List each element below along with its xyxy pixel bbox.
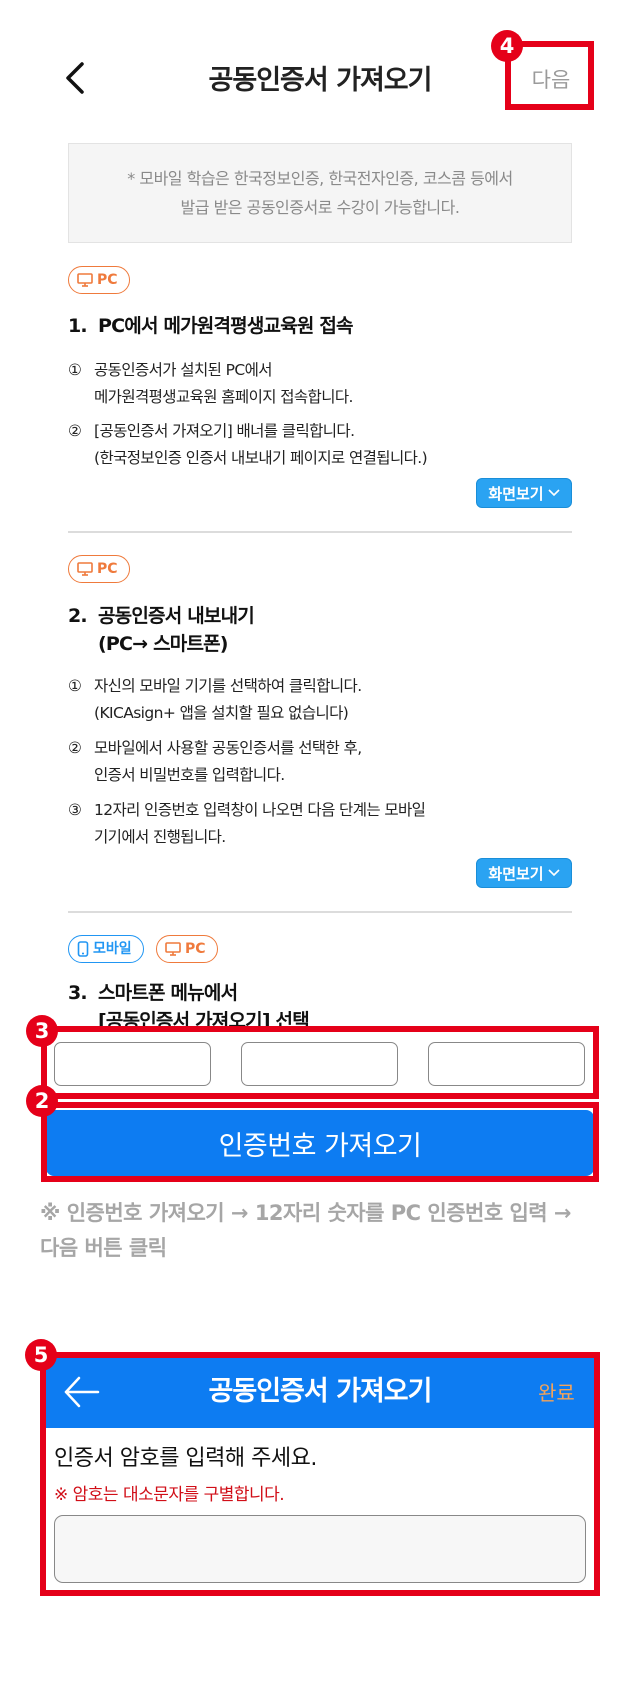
- step-2-item-1: ① 자신의 모바일 기기를 선택하여 클릭합니다. (KICAsign+ 앱을 설…: [68, 673, 578, 727]
- step-1-item-2-mark: ②: [68, 422, 82, 440]
- step-1-item-1-mark: ①: [68, 361, 82, 379]
- pc-tag: PC: [68, 266, 130, 294]
- step-2-title-line-1: 공동인증서 내보내기: [98, 605, 255, 627]
- step-2-item-2-mark: ②: [68, 739, 82, 757]
- step-2-item-3: ③ 12자리 인증번호 입력창이 나오면 다음 단계는 모바일 기기에서 진행됩니…: [68, 797, 578, 851]
- step-1-item-2: ② [공동인증서 가져오기] 배너를 클릭합니다. (한국정보인증 인증서 내보내…: [68, 418, 578, 472]
- highlight-box-2: [41, 1102, 599, 1182]
- step-3-title-line-1: 스마트폰 메뉴에서: [98, 982, 238, 1004]
- next-button[interactable]: 다음: [513, 62, 589, 98]
- pc-tag: PC: [68, 555, 130, 583]
- instruction-hint: ※ 인증번호 가져오기 → 12자리 숫자를 PC 인증번호 입력 → 다음 버…: [40, 1196, 610, 1266]
- annotation-badge-3: 3: [26, 1015, 58, 1047]
- mobile-tag-label: 모바일: [93, 940, 132, 957]
- monitor-icon: [77, 562, 93, 576]
- chevron-down-icon: [548, 869, 560, 877]
- notice-box: * 모바일 학습은 한국정보인증, 한국전자인증, 코스콤 등에서 발급 받은 …: [68, 143, 572, 243]
- mobile-tag: 모바일: [68, 935, 144, 963]
- chevron-down-icon: [548, 489, 560, 497]
- monitor-icon: [77, 273, 93, 287]
- highlight-box-3: [41, 1026, 599, 1099]
- step-1-title-line-1: PC에서 메가원격평생교육원 접속: [98, 315, 354, 337]
- step-2-item-3-line-1: 12자리 인증번호 입력창이 나오면 다음 단계는 모바일: [94, 801, 426, 819]
- annotation-badge-2: 2: [26, 1085, 58, 1117]
- smartphone-icon: [77, 941, 89, 957]
- step-2-item-3-line-2: 기기에서 진행됩니다.: [94, 828, 226, 846]
- notice-line-1: * 모바일 학습은 한국정보인증, 한국전자인증, 코스콤 등에서: [127, 169, 513, 188]
- step-2-item-2-line-2: 인증서 비밀번호를 입력합니다.: [94, 766, 285, 784]
- step-1-item-2-line-2: (한국정보인증 인증서 내보내기 페이지로 연결됩니다.): [94, 449, 428, 467]
- divider-1: [68, 531, 572, 533]
- view-screen-button-1-label: 화면보기: [488, 484, 544, 503]
- divider-2: [68, 911, 572, 913]
- highlight-box-5: [40, 1352, 600, 1596]
- annotation-badge-4: 4: [491, 30, 523, 62]
- pc-tag-label: PC: [97, 560, 118, 577]
- step-2-title-line-2: (PC→ 스마트폰): [98, 633, 229, 655]
- step-3-title: 3. 스마트폰 메뉴에서 [공동인증서 가져오기] 선택: [68, 979, 309, 1031]
- pc-tag-label: PC: [185, 940, 206, 957]
- step-2-title: 2. 공동인증서 내보내기 (PC→ 스마트폰): [68, 602, 255, 658]
- hint-line-2: 다음 버튼 클릭: [40, 1236, 167, 1260]
- view-screen-button-1[interactable]: 화면보기: [476, 478, 572, 508]
- hint-line-1: ※ 인증번호 가져오기 → 12자리 숫자를 PC 인증번호 입력 →: [40, 1201, 572, 1225]
- step-2-item-1-mark: ①: [68, 677, 82, 695]
- step-1-item-2-line-1: [공동인증서 가져오기] 배너를 클릭합니다.: [94, 422, 355, 440]
- view-screen-button-2[interactable]: 화면보기: [476, 858, 572, 888]
- step-1-title: 1. PC에서 메가원격평생교육원 접속: [68, 312, 354, 340]
- step-2-number: 2.: [68, 605, 88, 627]
- step-3-number: 3.: [68, 982, 88, 1004]
- step-1-item-1-line-1: 공동인증서가 설치된 PC에서: [94, 361, 272, 379]
- monitor-icon: [165, 942, 181, 956]
- step-1-item-1: ① 공동인증서가 설치된 PC에서 메가원격평생교육원 홈페이지 접속합니다.: [68, 357, 578, 411]
- annotation-badge-5: 5: [25, 1339, 57, 1371]
- step-1-item-1-line-2: 메가원격평생교육원 홈페이지 접속합니다.: [94, 388, 353, 406]
- step-2-item-2: ② 모바일에서 사용할 공동인증서를 선택한 후, 인증서 비밀번호를 입력합니다…: [68, 735, 578, 789]
- view-screen-button-2-label: 화면보기: [488, 864, 544, 883]
- notice-line-2: 발급 받은 공동인증서로 수강이 가능합니다.: [180, 198, 460, 217]
- pc-tag-label: PC: [97, 271, 118, 288]
- step-2-item-1-line-2: (KICAsign+ 앱을 설치할 필요 없습니다): [94, 704, 349, 722]
- step-1-number: 1.: [68, 315, 88, 337]
- step-2-item-1-line-1: 자신의 모바일 기기를 선택하여 클릭합니다.: [94, 677, 362, 695]
- step-2-item-2-line-1: 모바일에서 사용할 공동인증서를 선택한 후,: [94, 739, 362, 757]
- step-2-item-3-mark: ③: [68, 801, 82, 819]
- pc-tag: PC: [156, 935, 218, 963]
